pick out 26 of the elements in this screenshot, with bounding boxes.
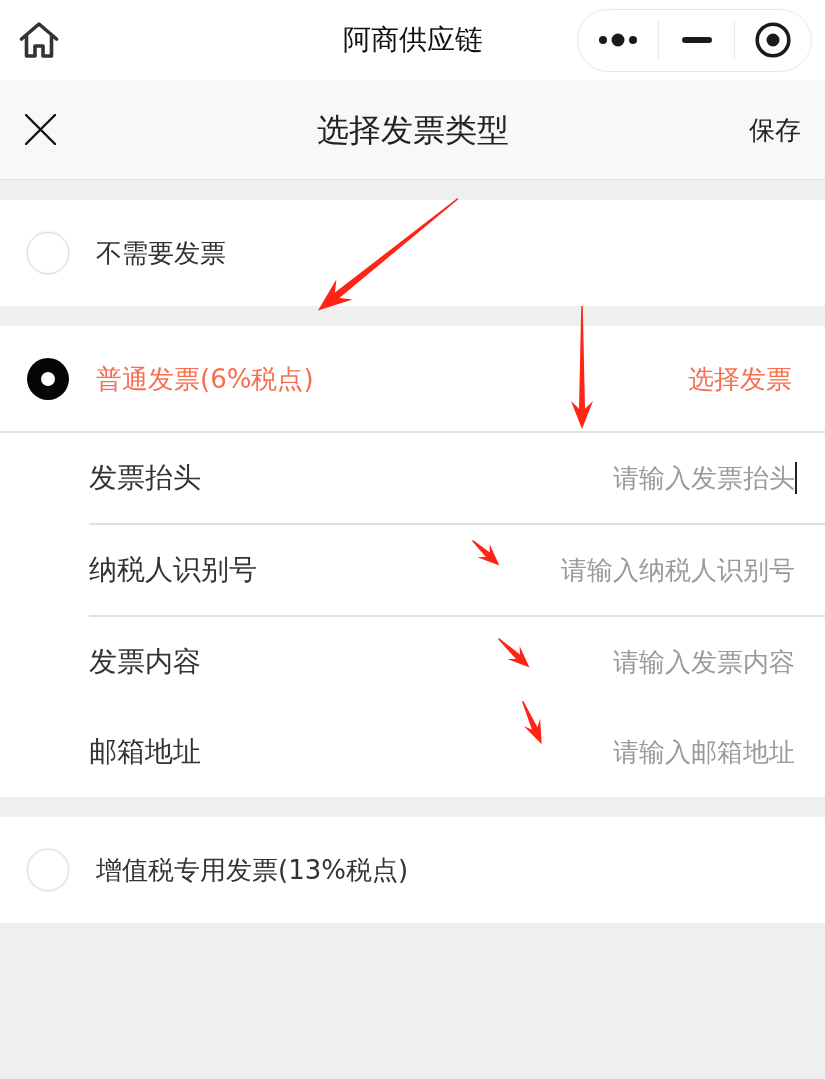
input-field[interactable]: 请输入发票抬头 [495,458,795,498]
field-label: 邮箱地址 [89,738,201,766]
more-icon[interactable] [598,33,638,47]
radio-button[interactable] [27,232,69,274]
field-label: 发票内容 [89,648,201,676]
annotation-arrow-icon [498,638,530,668]
annotation-arrow-icon [522,700,542,744]
annotation-arrow-icon [571,306,593,429]
option-label[interactable]: 不需要发票 [96,240,226,266]
input-field[interactable]: 请输入发票内容 [495,642,795,682]
field-label: 纳税人识别号 [89,556,257,584]
page-title: 选择发票类型 [316,113,509,146]
save-button[interactable]: 保存 [749,116,801,143]
close-icon[interactable] [25,114,56,145]
option-label[interactable]: 增值税专用发票(13%税点) [96,857,409,883]
nav-title: 阿商供应链 [342,26,483,54]
target-icon[interactable] [755,22,791,58]
radio-button[interactable] [27,849,69,891]
home-icon[interactable] [19,21,59,59]
minimize-icon[interactable] [681,37,712,43]
input-field[interactable]: 请输入纳税人识别号 [495,550,795,590]
annotation-arrow-icon [472,540,500,566]
radio-button[interactable] [27,357,69,400]
annotation-arrow-icon [318,198,459,311]
input-field[interactable]: 请输入邮箱地址 [495,732,795,772]
field-label: 发票抬头 [89,464,201,492]
